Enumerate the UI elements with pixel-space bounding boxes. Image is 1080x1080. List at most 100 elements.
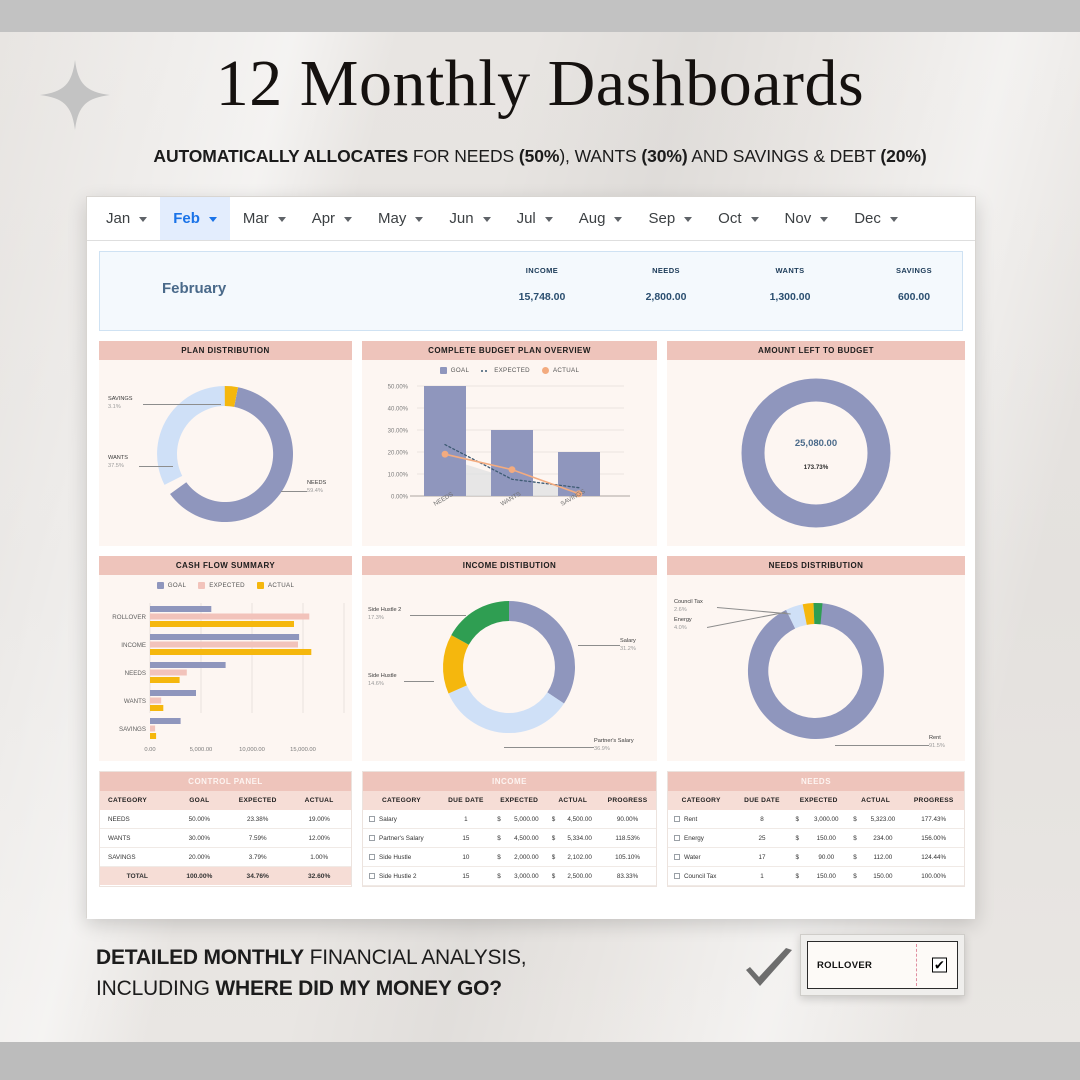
chevron-down-icon[interactable] — [684, 217, 693, 222]
row-checkbox[interactable] — [369, 834, 375, 841]
tab-nov[interactable]: Nov — [772, 197, 842, 240]
tab-apr[interactable]: Apr — [299, 197, 365, 240]
table-row[interactable]: Salary 1 $ 5,000.00 $ 4,500.00 90.00% — [363, 810, 656, 829]
inc-r2-cur-e: $ — [491, 847, 507, 867]
cp-total-actual: 32.60% — [291, 866, 351, 885]
table-row[interactable]: Council Tax 1 $ 150.00 $ 150.00 100.00% — [668, 866, 964, 886]
tab-jul[interactable]: Jul — [504, 197, 566, 240]
table-row[interactable]: Partner's Salary 15 $ 4,500.00 $ 5,334.0… — [363, 828, 656, 848]
budget-overview-legend: GOAL EXPECTED ACTUAL — [362, 360, 657, 374]
inc-th-category: CATEGORY — [363, 791, 440, 810]
tab-may-label: May — [378, 210, 407, 227]
cf-legend-goal-label: GOAL — [167, 582, 187, 589]
tab-sep[interactable]: Sep — [635, 197, 705, 240]
svg-text:ROLLOVER: ROLLOVER — [112, 614, 146, 621]
tab-aug-label: Aug — [578, 210, 606, 227]
chevron-down-icon[interactable] — [277, 217, 286, 222]
inc-r0-expected: 5,000.00 — [506, 810, 547, 829]
cash-flow-legend: GOAL EXPECTED ACTUAL — [99, 575, 352, 589]
table-row[interactable]: Side Hustle 10 $ 2,000.00 $ 2,102.00 105… — [363, 847, 656, 867]
rollover-checkbox[interactable]: ✔ — [932, 957, 947, 973]
inc-r2-due: 10 — [439, 847, 492, 867]
page-title: 12 Monthly Dashboards — [215, 47, 865, 120]
table-row[interactable]: Rent 8 $ 3,000.00 $ 5,323.00 177.43% — [668, 810, 964, 829]
table-row[interactable]: Water 17 $ 90.00 $ 112.00 124.44% — [668, 847, 964, 867]
cf-legend-actual-label: ACTUAL — [267, 582, 295, 589]
tab-may[interactable]: May — [365, 197, 436, 240]
legend-expected: EXPECTED — [481, 367, 530, 374]
th-expected: EXPECTED — [224, 791, 292, 810]
chevron-down-icon[interactable] — [208, 217, 217, 222]
rollover-toggle-card[interactable]: ROLLOVER ✔ — [800, 934, 965, 996]
row-checkbox[interactable] — [369, 815, 375, 822]
cp-r1-goal: 30.00% — [174, 828, 225, 848]
inc-th-expected: EXPECTED — [491, 791, 547, 810]
nd-r1-label: Energy — [684, 834, 704, 842]
tab-jan[interactable]: Jan — [93, 197, 160, 240]
chevron-down-icon[interactable] — [544, 217, 553, 222]
panel-amount-left-title: AMOUNT LEFT TO BUDGET — [667, 341, 965, 360]
budget-overview-plot: 50.00% 40.00% 30.00% 20.00% 10.00% 0.00% — [388, 385, 630, 508]
nd-th-progress: PROGRESS — [903, 791, 964, 810]
nd-r1-cur-a: $ — [847, 828, 863, 848]
chevron-down-icon[interactable] — [820, 217, 829, 222]
row-checkbox[interactable] — [674, 872, 680, 879]
tab-aug[interactable]: Aug — [566, 197, 636, 240]
inc-r0-cur-e: $ — [491, 810, 507, 829]
panel-needs-distribution-title: NEEDS DISTRIBUTION — [667, 556, 965, 575]
cp-r1-category: WANTS — [100, 828, 175, 848]
chevron-down-icon[interactable] — [482, 217, 491, 222]
footer-bold-2: WHERE DID MY MONEY GO? — [215, 977, 502, 1000]
tab-jun-label: Jun — [449, 210, 474, 227]
plan-label-savings: SAVINGS 3.1% — [108, 396, 133, 410]
svg-text:0.00: 0.00 — [144, 747, 155, 753]
table-row[interactable]: NEEDS 50.00% 23.38% 19.00% — [100, 810, 351, 829]
tab-jun[interactable]: Jun — [436, 197, 503, 240]
chevron-down-icon[interactable] — [344, 217, 353, 222]
inc-r0-label: Salary — [379, 815, 397, 823]
table-row[interactable]: SAVINGS 20.00% 3.79% 1.00% — [100, 847, 351, 867]
chevron-down-icon[interactable] — [415, 217, 424, 222]
needs-table: CATEGORY DUE DATE EXPECTED ACTUAL PROGRE… — [668, 791, 964, 886]
table-row[interactable]: Side Hustle 2 15 $ 3,000.00 $ 2,500.00 8… — [363, 866, 656, 886]
legend-expected-label: EXPECTED — [494, 367, 530, 374]
svg-text:INCOME: INCOME — [121, 642, 146, 649]
row-checkbox[interactable] — [674, 815, 680, 822]
tab-mar[interactable]: Mar — [230, 197, 299, 240]
nd-r2-due: 17 — [734, 847, 790, 867]
cp-total-expected: 34.76% — [224, 866, 292, 885]
kpi-income-value: 15,748.00 — [518, 291, 566, 303]
table-total-row: TOTAL 100.00% 34.76% 32.60% — [100, 866, 351, 885]
plan-leader-savings — [143, 404, 221, 405]
table-control-panel: CONTROL PANEL CATEGORY GOAL EXPECTED ACT… — [99, 771, 352, 887]
table-row[interactable]: WANTS 30.00% 7.59% 12.00% — [100, 828, 351, 848]
tab-oct-label: Oct — [718, 210, 742, 227]
budget-overview-chart: GOAL EXPECTED ACTUAL 50.00% 40.00% 30.00… — [362, 360, 657, 546]
charts-row-1: PLAN DISTRIBUTION SAVINGS 3.1% WANTS 37.… — [99, 341, 965, 546]
table-row[interactable]: Energy 25 $ 150.00 $ 234.00 156.00% — [668, 828, 964, 848]
chevron-down-icon[interactable] — [139, 217, 148, 222]
dashboard-sheet: February INCOME 15,748.00 NEEDS 2,800.00… — [87, 241, 975, 919]
tab-oct[interactable]: Oct — [705, 197, 771, 240]
plan-label-wants: WANTS 37.5% — [108, 455, 128, 469]
tab-dec[interactable]: Dec — [841, 197, 911, 240]
income-label-side-hustle: Side Hustle 14.6% — [368, 673, 397, 687]
chevron-down-icon[interactable] — [750, 217, 759, 222]
chevron-down-icon[interactable] — [614, 217, 623, 222]
nd-th-category: CATEGORY — [668, 791, 735, 810]
svg-text:20.00%: 20.00% — [388, 451, 409, 457]
income-leader-partners-salary — [504, 747, 594, 748]
row-checkbox[interactable] — [369, 872, 375, 879]
row-checkbox[interactable] — [674, 853, 680, 860]
kpi-wants-value: 1,300.00 — [769, 291, 811, 303]
row-checkbox[interactable] — [369, 853, 375, 860]
cp-r1-expected: 7.59% — [224, 828, 292, 848]
nd-r3-label: Council Tax — [684, 872, 717, 880]
chevron-down-icon[interactable] — [889, 217, 898, 222]
tab-feb[interactable]: Feb — [160, 197, 230, 240]
cp-total-goal: 100.00% — [174, 866, 225, 885]
inc-r3-cur-e: $ — [491, 866, 507, 886]
inc-r1-label: Partner's Salary — [379, 834, 424, 842]
needs-label-rent: Rent 91.5% — [929, 735, 945, 749]
row-checkbox[interactable] — [674, 834, 680, 841]
